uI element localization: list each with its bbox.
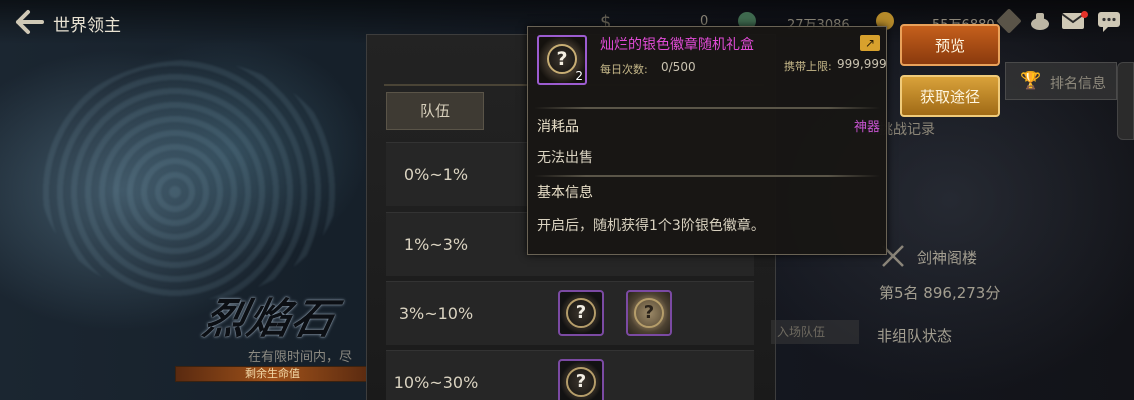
boss-hp-bar: 剩余生命值 <box>175 366 370 382</box>
damage-range-label: 3%~10% <box>398 304 474 323</box>
ranking-tab-label: 排名信息 <box>1050 76 1106 92</box>
item-name: 灿烂的银色徽章随机礼盒 <box>600 37 754 53</box>
tab-ranking[interactable]: 🏆 排名信息 <box>1005 62 1117 100</box>
share-icon[interactable]: ↗ <box>860 35 880 51</box>
side-drawer-handle[interactable] <box>1117 62 1134 140</box>
mystery-box-icon: ? <box>634 298 664 328</box>
carry-limit-value: 999,999 <box>837 57 887 71</box>
item-tooltip: ? 2 灿烂的银色徽章随机礼盒 ↗ 每日次数: 0/500 携带上限: 999,… <box>527 26 887 255</box>
team-status: 非组队状态 <box>877 327 953 345</box>
page-title: 世界领主 <box>53 16 121 36</box>
diamond-icon <box>996 8 1022 34</box>
reward-item-slot[interactable]: ? <box>626 290 672 336</box>
damage-range-label: 10%~30% <box>393 373 479 392</box>
item-type: 消耗品 <box>537 119 579 135</box>
damage-range-label: 0%~1% <box>403 165 469 184</box>
boss-subtitle: 在有限时间内，尽 <box>248 350 353 365</box>
reward-item-slot[interactable]: ? <box>558 359 604 400</box>
trophy-icon: 🏆 <box>1020 71 1042 91</box>
basic-info-heading: 基本信息 <box>537 185 593 201</box>
no-sell-text: 无法出售 <box>537 150 593 166</box>
mystery-box-icon: ? <box>547 44 577 74</box>
boss-title-art: 烈焰石 <box>199 294 342 343</box>
mystery-box-icon: ? <box>566 298 596 328</box>
item-count: 2 <box>575 69 583 83</box>
item-icon: ? 2 <box>537 35 587 85</box>
daily-limit-label: 每日次数: <box>600 63 648 76</box>
mail-notification-dot <box>1081 11 1088 18</box>
damage-range-label: 1%~3% <box>403 235 469 254</box>
tooltip-divider <box>534 175 880 177</box>
preview-button[interactable]: 预览 <box>900 24 1000 66</box>
reward-row-3: 3%~10% ? ? <box>386 281 754 345</box>
chat-icon[interactable] <box>1096 11 1122 35</box>
item-class: 神器 <box>853 120 880 135</box>
acquire-source-button[interactable]: 获取途径 <box>900 75 1000 117</box>
item-description: 开启后，随机获得1个3阶银色徽章。 <box>537 218 765 234</box>
boss-artwork <box>40 60 340 300</box>
team-label: 入场队伍 <box>771 320 859 344</box>
player-name: 剑神阁楼 <box>917 249 978 267</box>
reward-row-4: 10%~30% ? <box>386 350 754 400</box>
reward-item-slot[interactable]: ? <box>558 290 604 336</box>
tooltip-divider <box>534 107 880 109</box>
back-arrow-icon[interactable] <box>14 9 44 35</box>
daily-limit-value: 0/500 <box>661 60 696 74</box>
hp-bar-label: 剩余生命值 <box>245 367 300 380</box>
tab-team[interactable]: 队伍 <box>386 92 484 130</box>
carry-limit-label: 携带上限: <box>784 60 832 73</box>
rank-score: 第5名 896,273分 <box>879 284 1001 302</box>
shop-icon[interactable] <box>1027 11 1053 35</box>
mystery-box-icon: ? <box>566 367 596 397</box>
